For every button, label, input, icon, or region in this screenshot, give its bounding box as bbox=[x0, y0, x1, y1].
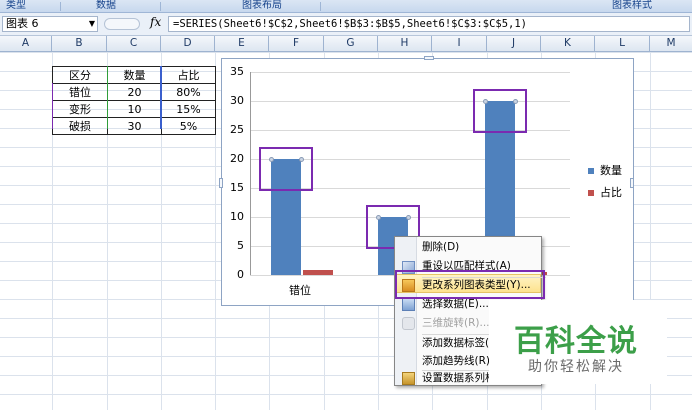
column-header-f[interactable]: F bbox=[269, 36, 324, 52]
name-box-value: 图表 6 bbox=[6, 17, 39, 30]
chart-resize-handle[interactable] bbox=[219, 178, 223, 188]
legend-label: 数量 bbox=[600, 164, 622, 177]
formula-input[interactable]: =SERIES(Sheet6!$C$2,Sheet6!$B$3:$B$5,She… bbox=[168, 16, 690, 32]
table-row: 破损 30 5% bbox=[52, 117, 216, 135]
3d-rotation-icon bbox=[402, 317, 415, 330]
formula-bar: 图表 6 ▼ fx =SERIES(Sheet6!$C$2,Sheet6!$B$… bbox=[0, 13, 692, 36]
chevron-down-icon[interactable]: ▼ bbox=[89, 17, 95, 31]
column-header-l[interactable]: L bbox=[595, 36, 650, 52]
range-marker-values bbox=[107, 66, 108, 129]
table-header-cell[interactable]: 占比 bbox=[161, 66, 216, 84]
watermark-subtitle: 助你轻松解决 bbox=[528, 359, 624, 375]
column-header-e[interactable]: E bbox=[215, 36, 269, 52]
table-header-cell[interactable]: 区分 bbox=[52, 66, 108, 84]
legend-swatch bbox=[588, 168, 594, 174]
table-cell[interactable]: 破损 bbox=[52, 117, 108, 135]
select-data-icon bbox=[402, 298, 415, 311]
column-header-b[interactable]: B bbox=[52, 36, 107, 52]
formula-bar-splitter[interactable] bbox=[104, 18, 140, 30]
table-header-row: 区分 数量 占比 bbox=[52, 66, 216, 84]
column-header-a[interactable]: A bbox=[0, 36, 52, 52]
ribbon-group-chart-styles: 图表样式 bbox=[612, 0, 652, 11]
column-header-c[interactable]: C bbox=[107, 36, 161, 52]
chart-legend[interactable]: 数量 占比 bbox=[588, 161, 622, 205]
bar-series2[interactable] bbox=[303, 270, 333, 275]
legend-swatch bbox=[588, 190, 594, 196]
chart-resize-handle[interactable] bbox=[630, 178, 634, 188]
column-header-row: A B C D E F G H I J K L M bbox=[0, 36, 692, 52]
column-header-k[interactable]: K bbox=[541, 36, 595, 52]
table-header-cell[interactable]: 数量 bbox=[107, 66, 162, 84]
y-tick-label: 5 bbox=[237, 239, 244, 252]
column-header-m[interactable]: M bbox=[650, 36, 692, 52]
y-tick-label: 25 bbox=[230, 123, 244, 136]
data-table: 区分 数量 占比 错位 20 80% 变形 10 15% 破损 30 5% bbox=[52, 66, 216, 135]
name-box[interactable]: 图表 6 ▼ bbox=[2, 16, 98, 32]
range-marker-category bbox=[52, 83, 53, 129]
gridline bbox=[250, 72, 570, 73]
table-row: 错位 20 80% bbox=[52, 83, 216, 101]
table-cell[interactable]: 20 bbox=[107, 83, 162, 101]
table-cell[interactable]: 错位 bbox=[52, 83, 108, 101]
column-header-j[interactable]: J bbox=[487, 36, 541, 52]
legend-label: 占比 bbox=[600, 186, 622, 199]
table-cell[interactable]: 变形 bbox=[52, 100, 108, 118]
menu-item-delete[interactable]: 删除(D) bbox=[422, 239, 459, 256]
column-header-g[interactable]: G bbox=[324, 36, 378, 52]
y-tick-label: 20 bbox=[230, 152, 244, 165]
ribbon-group-labels: 类型 数据 图表布局 图表样式 bbox=[0, 0, 692, 13]
annotation-box-bar bbox=[473, 89, 527, 133]
annotation-box-menu bbox=[395, 270, 545, 299]
chart-resize-handle[interactable] bbox=[424, 56, 434, 60]
y-tick-label: 15 bbox=[230, 181, 244, 194]
watermark-title: 百科全说 bbox=[514, 324, 638, 359]
table-cell[interactable]: 5% bbox=[161, 117, 216, 135]
ribbon-group-type: 类型 bbox=[6, 0, 26, 11]
table-cell[interactable]: 15% bbox=[161, 100, 216, 118]
legend-item[interactable]: 占比 bbox=[588, 183, 622, 205]
legend-item[interactable]: 数量 bbox=[588, 161, 622, 183]
x-tick-label: 错位 bbox=[289, 284, 311, 297]
y-tick-label: 10 bbox=[230, 210, 244, 223]
table-cell[interactable]: 10 bbox=[107, 100, 162, 118]
table-cell[interactable]: 80% bbox=[161, 83, 216, 101]
y-tick-label: 0 bbox=[237, 268, 244, 281]
column-header-d[interactable]: D bbox=[161, 36, 215, 52]
format-series-icon bbox=[402, 372, 415, 385]
menu-item-3d-rotation: 三维旋转(R)... bbox=[422, 317, 490, 329]
annotation-box-bar bbox=[259, 147, 313, 191]
ribbon-group-chart-layout: 图表布局 bbox=[242, 0, 282, 11]
y-tick-label: 35 bbox=[230, 65, 244, 78]
range-marker-series bbox=[160, 66, 162, 129]
table-cell[interactable]: 30 bbox=[107, 117, 162, 135]
table-row: 变形 10 15% bbox=[52, 100, 216, 118]
column-header-i[interactable]: I bbox=[432, 36, 487, 52]
insert-function-icon[interactable]: fx bbox=[150, 15, 161, 29]
column-header-h[interactable]: H bbox=[378, 36, 432, 52]
y-axis-line bbox=[250, 72, 251, 275]
ribbon-group-data: 数据 bbox=[96, 0, 116, 11]
y-tick-label: 30 bbox=[230, 94, 244, 107]
